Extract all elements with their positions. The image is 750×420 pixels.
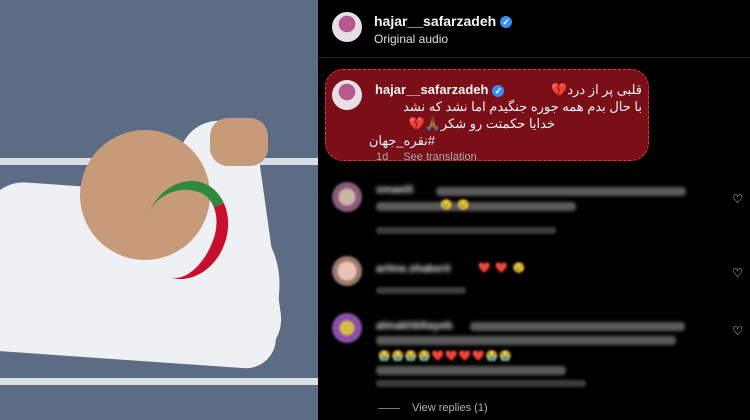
comment-text-blurred	[376, 366, 566, 375]
caption-time: 1d	[376, 151, 389, 163]
caption-line-1: قلبی پر از درد💔	[551, 82, 642, 97]
comment-text-blurred	[376, 336, 676, 345]
comment-avatar[interactable]	[332, 256, 362, 286]
caption-meta: 1d See translation	[376, 151, 489, 163]
header-avatar[interactable]	[332, 12, 362, 42]
comment-meta-blurred	[376, 287, 466, 294]
verified-badge-icon: ✓	[500, 16, 513, 29]
see-translation-link[interactable]: See translation	[403, 151, 476, 163]
comment-emojis: 😢 😢	[440, 200, 471, 211]
track-lane-line	[0, 378, 318, 385]
view-replies-button[interactable]: View replies (1)	[378, 402, 488, 414]
header-username[interactable]: hajar__safarzadeh ✓	[374, 13, 513, 29]
comment-username[interactable]: artine.shakerii	[376, 263, 451, 275]
comment-meta-blurred	[376, 380, 586, 387]
comment-avatar[interactable]	[332, 313, 362, 343]
comment-avatar[interactable]	[332, 182, 362, 212]
comment-username[interactable]: smaeili	[376, 184, 413, 196]
caption-line-3: خدایا حکمتت رو شکر🙏🏾💔	[408, 116, 555, 131]
caption-hashtag[interactable]: #نقره_جهان	[369, 133, 435, 149]
caption-avatar[interactable]	[332, 80, 362, 110]
like-heart-icon[interactable]: ♡	[732, 266, 743, 280]
comment-text-blurred	[436, 187, 686, 196]
comment-emojis: 😭😭😭😭❤️❤️❤️❤️😭😭	[378, 351, 513, 362]
athlete-fist	[210, 118, 268, 166]
like-heart-icon[interactable]: ♡	[732, 324, 743, 338]
like-heart-icon[interactable]: ♡	[732, 192, 743, 206]
comment-meta-blurred	[376, 227, 556, 234]
replies-divider	[378, 407, 400, 409]
caption-line-2: با حال بدم همه جوره جنگیدم اما نشد که نش…	[403, 99, 642, 114]
comment-text-blurred	[376, 202, 576, 211]
header-divider	[318, 57, 750, 58]
comment-emojis: ❤️ ❤️ 😢	[478, 263, 526, 274]
audio-label[interactable]: Original audio	[374, 32, 448, 46]
comment-text-blurred	[470, 322, 685, 331]
video-player[interactable]	[0, 0, 318, 420]
comment-username[interactable]: almakhbltayeb	[376, 320, 452, 332]
